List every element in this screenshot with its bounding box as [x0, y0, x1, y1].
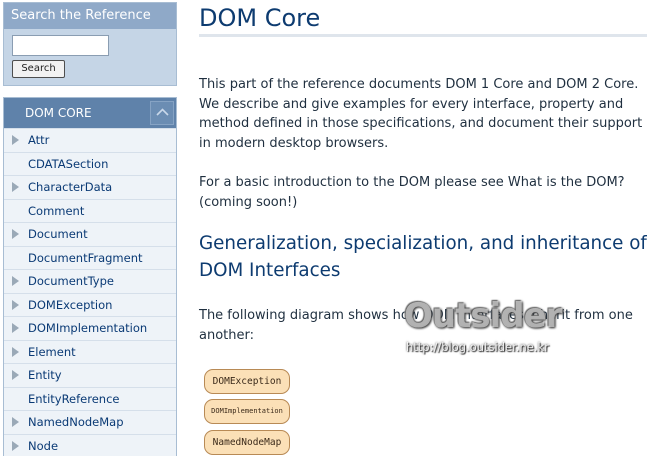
dom-core-nav: DOM CORE Attr CDATASection CharacterData Co…	[3, 97, 177, 456]
nav-item-label[interactable]: Node	[28, 435, 58, 456]
section-heading: Generalization, specialization, and inhe…	[199, 233, 647, 281]
search-button[interactable]: Search	[12, 60, 65, 78]
nav-item-node[interactable]: Node	[4, 433, 176, 456]
search-panel: Search the Reference Search	[3, 2, 177, 86]
nav-list: Attr CDATASection CharacterData Comment Docu…	[4, 128, 176, 456]
nav-item-label[interactable]: CDATASection	[28, 153, 108, 176]
nav-item-label[interactable]: DOMException	[28, 294, 112, 317]
expand-arrow-icon[interactable]	[12, 417, 19, 427]
nav-item-characterdata[interactable]: CharacterData	[4, 175, 176, 199]
title-divider	[199, 34, 647, 37]
chevron-up-icon	[156, 108, 169, 116]
nav-item-label[interactable]: DOMImplementation	[28, 317, 147, 340]
expand-arrow-icon[interactable]	[12, 370, 19, 380]
search-input[interactable]	[12, 35, 109, 56]
nav-header[interactable]: DOM CORE	[4, 98, 176, 128]
search-title: Search the Reference	[4, 3, 176, 29]
nav-item-entityreference[interactable]: EntityReference	[4, 386, 176, 411]
nav-item-label[interactable]: EntityReference	[28, 388, 119, 411]
basic-intro-paragraph: For a basic introduction to the DOM plea…	[199, 175, 625, 210]
diagram-node-domexception[interactable]: DOMException	[204, 369, 290, 394]
nav-item-namednodemap[interactable]: NamedNodeMap	[4, 410, 176, 434]
nav-item-label[interactable]: Element	[28, 341, 76, 364]
watermark: Outsider http://blog.outsider.ne.kr	[404, 296, 584, 366]
nav-item-document[interactable]: Document	[4, 222, 176, 246]
nav-item-label[interactable]: DocumentType	[28, 270, 114, 293]
nav-item-label[interactable]: CharacterData	[28, 176, 112, 199]
nav-item-element[interactable]: Element	[4, 339, 176, 364]
expand-arrow-icon[interactable]	[12, 276, 19, 286]
diagram-node-namednodemap[interactable]: NamedNodeMap	[204, 430, 290, 455]
nav-item-label[interactable]: NamedNodeMap	[28, 411, 124, 434]
expand-arrow-icon[interactable]	[12, 135, 19, 145]
nav-item-cdatasection[interactable]: CDATASection	[4, 151, 176, 176]
expand-arrow-icon[interactable]	[12, 346, 19, 357]
watermark-logo: Outsider	[404, 296, 562, 336]
main-content: DOM Core This part of the reference docu…	[199, 0, 647, 456]
nav-item-label[interactable]: Comment	[28, 200, 84, 223]
nav-item-entity[interactable]: Entity	[4, 363, 176, 387]
expand-arrow-icon[interactable]	[12, 440, 19, 451]
expand-arrow-icon[interactable]	[12, 182, 19, 192]
nav-item-comment[interactable]: Comment	[4, 198, 176, 223]
nav-item-attr[interactable]: Attr	[4, 128, 176, 152]
nav-item-label[interactable]: Entity	[28, 364, 62, 387]
diagram-node-domimplementation[interactable]: DOMImplementation	[204, 399, 290, 424]
nav-item-domexception[interactable]: DOMException	[4, 292, 176, 317]
expand-arrow-icon[interactable]	[12, 323, 19, 333]
nav-item-label[interactable]: DocumentFragment	[28, 247, 143, 270]
watermark-url: http://blog.outsider.ne.kr	[406, 340, 549, 354]
nav-item-label[interactable]: Document	[28, 223, 88, 246]
sidebar: Search the Reference Search DOM CORE Att…	[0, 0, 178, 456]
nav-item-domimplementation[interactable]: DOMImplementation	[4, 316, 176, 340]
nav-item-documentfragment[interactable]: DocumentFragment	[4, 245, 176, 270]
collapse-button[interactable]	[150, 101, 174, 125]
nav-header-label: DOM CORE	[25, 106, 92, 120]
intro-paragraph: This part of the reference documents DOM…	[199, 77, 643, 151]
page-title: DOM Core	[199, 4, 321, 32]
expand-arrow-icon[interactable]	[12, 299, 19, 310]
expand-arrow-icon[interactable]	[12, 229, 19, 239]
nav-item-label[interactable]: Attr	[28, 129, 49, 152]
nav-item-documenttype[interactable]: DocumentType	[4, 269, 176, 293]
